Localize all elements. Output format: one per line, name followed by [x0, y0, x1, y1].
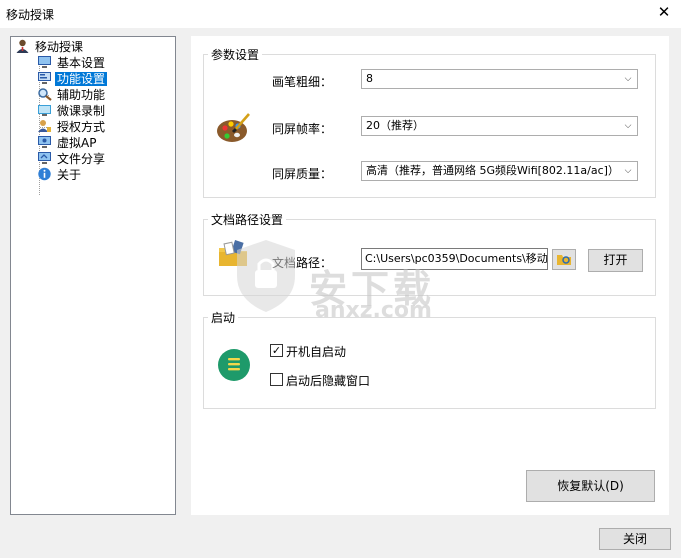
monitor-share-icon	[37, 151, 52, 165]
magnifier-icon	[37, 87, 52, 101]
autostart-checkbox[interactable]: ✓	[270, 344, 283, 357]
tree-item-label: 微课录制	[57, 104, 106, 118]
tree-root[interactable]: 移动授课	[15, 39, 85, 55]
tree-item[interactable]: 关于	[37, 167, 83, 183]
pen-width-value: 8	[366, 72, 373, 85]
tree-item[interactable]: 微课录制	[37, 103, 107, 119]
info-icon	[37, 167, 52, 181]
pen-width-label: 画笔粗细：	[272, 75, 333, 89]
tree-item-label: 辅助功能	[57, 88, 106, 102]
tree-item[interactable]: 辅助功能	[37, 87, 107, 103]
close-button[interactable]: 关闭	[599, 528, 671, 550]
fps-value: 20（推荐）	[366, 119, 424, 132]
open-folder-button[interactable]: 打开	[588, 249, 643, 272]
pen-width-select[interactable]: 8 ⌵	[361, 69, 638, 89]
quality-label: 同屏质量：	[272, 167, 333, 181]
monitor-network-icon	[37, 135, 52, 149]
watermark-subtext: anxz.com	[315, 298, 432, 323]
startup-group	[203, 317, 656, 409]
chevron-down-icon[interactable]: ⌵	[621, 162, 635, 180]
tree-item-label: 基本设置	[57, 56, 106, 70]
watermark-shield-icon	[231, 236, 301, 319]
hide-window-label[interactable]: 启动后隐藏窗口	[286, 372, 370, 389]
tree-item[interactable]: 基本设置	[37, 55, 107, 71]
docpath-group-title: 文档路径设置	[208, 211, 287, 228]
palette-icon	[215, 110, 251, 149]
tree-root-label: 移动授课	[35, 40, 84, 54]
screen-record-icon	[37, 103, 52, 117]
tree-item[interactable]: 虚拟AP	[37, 135, 98, 151]
tree-item-label: 授权方式	[57, 120, 106, 134]
tree-item[interactable]: 功能设置	[37, 71, 108, 87]
chevron-down-icon[interactable]: ⌵	[621, 70, 635, 88]
quality-select[interactable]: 高清（推荐，普通网络 5G频段Wifi[802.11a/ac]） ⌵	[361, 161, 638, 181]
browse-folder-button[interactable]	[552, 249, 576, 270]
user-key-icon	[37, 119, 52, 133]
app-logo-icon	[217, 348, 251, 385]
title-bar: 移动授课 ✕	[0, 0, 681, 28]
chevron-down-icon[interactable]: ⌵	[621, 117, 635, 135]
fps-select[interactable]: 20（推荐） ⌵	[361, 116, 638, 136]
tree-item-label: 虚拟AP	[57, 136, 97, 150]
tree-item[interactable]: 文件分享	[37, 151, 107, 167]
settings-tree[interactable]: 移动授课 基本设置功能设置辅助功能微课录制授权方式虚拟AP 文件分享关于	[10, 36, 176, 515]
autostart-label[interactable]: 开机自启动	[286, 343, 346, 360]
tree-item-label: 功能设置	[55, 72, 108, 86]
fps-label: 同屏帧率：	[272, 122, 333, 136]
monitor-icon	[37, 55, 52, 69]
monitor-settings-icon	[37, 71, 52, 85]
user-avatar-icon	[15, 39, 30, 53]
browse-folder-icon	[556, 252, 572, 266]
close-icon[interactable]: ✕	[655, 3, 673, 21]
tree-item-label: 文件分享	[57, 152, 106, 166]
quality-value: 高清（推荐，普通网络 5G频段Wifi[802.11a/ac]）	[366, 164, 619, 177]
restore-defaults-button[interactable]: 恢复默认(D)	[526, 470, 655, 502]
params-group-title: 参数设置	[208, 46, 263, 63]
check-mark-icon: ✓	[271, 344, 282, 357]
tree-item[interactable]: 授权方式	[37, 119, 107, 135]
window-title: 移动授课	[6, 8, 55, 22]
tree-item-label: 关于	[57, 168, 82, 182]
hide-window-checkbox[interactable]	[270, 373, 283, 386]
content-panel: 参数设置 画笔粗细： 8 ⌵ 同屏帧率： 20（推荐） ⌵ 同屏质量： 高清（推…	[191, 36, 669, 515]
